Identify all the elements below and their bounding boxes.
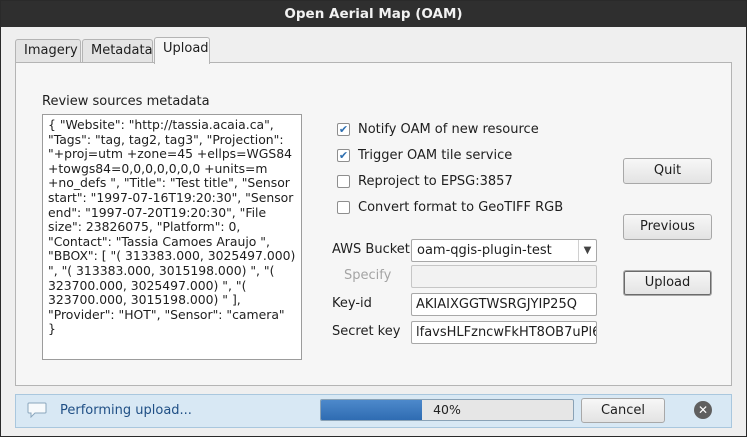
aws-bucket-value: oam-qgis-plugin-test <box>417 243 552 258</box>
window-title: Open Aerial Map (OAM) <box>1 1 746 27</box>
status-message: Performing upload... <box>60 403 192 418</box>
convert-format-label: Convert format to GeoTIFF RGB <box>358 199 564 215</box>
notify-oam-checkbox-row[interactable]: ✔ Notify OAM of new resource <box>337 119 539 139</box>
convert-format-checkbox[interactable] <box>337 200 350 214</box>
tab-upload[interactable]: Upload <box>154 37 210 64</box>
upload-panel: Review sources metadata { "Website": "ht… <box>15 62 732 386</box>
oam-dialog-window: Open Aerial Map (OAM) Imagery Metadata U… <box>0 0 747 437</box>
convert-format-checkbox-row[interactable]: Convert format to GeoTIFF RGB <box>337 197 563 217</box>
notify-oam-checkbox[interactable]: ✔ <box>337 122 350 136</box>
aws-bucket-select[interactable]: oam-qgis-plugin-test ▼ <box>411 239 597 262</box>
upload-progress-bar: 40% <box>320 399 574 421</box>
key-id-label: Key-id <box>332 296 372 311</box>
review-sources-label: Review sources metadata <box>42 94 210 109</box>
metadata-review-textarea[interactable]: { "Website": "http://tassia.acaia.ca", "… <box>42 114 302 360</box>
chevron-down-icon[interactable]: ▼ <box>578 240 596 261</box>
secret-key-input[interactable]: lfavsHLFzncwFkHT8OB7uPl6Kl <box>411 321 597 344</box>
trigger-tile-service-label: Trigger OAM tile service <box>358 147 513 163</box>
status-bar: Performing upload... 40% Cancel ✕ <box>15 394 732 428</box>
specify-input[interactable] <box>411 265 597 288</box>
tab-metadata[interactable]: Metadata <box>82 39 153 63</box>
upload-button[interactable]: Upload <box>623 270 712 296</box>
progress-percent-label: 40% <box>433 402 461 417</box>
key-id-input[interactable]: AKIAIXGGTWSRGJYIP25Q <box>411 293 597 316</box>
check-icon: ✔ <box>338 148 349 162</box>
tab-imagery[interactable]: Imagery <box>15 39 81 63</box>
previous-button[interactable]: Previous <box>623 214 712 240</box>
secret-key-label: Secret key <box>332 324 401 339</box>
check-icon: ✔ <box>338 122 349 136</box>
cancel-button[interactable]: Cancel <box>581 398 665 423</box>
specify-label: Specify <box>344 268 392 283</box>
trigger-tile-service-checkbox[interactable]: ✔ <box>337 148 350 162</box>
notify-oam-label: Notify OAM of new resource <box>358 121 539 137</box>
trigger-tile-service-checkbox-row[interactable]: ✔ Trigger OAM tile service <box>337 145 512 165</box>
quit-button[interactable]: Quit <box>623 158 712 184</box>
close-icon[interactable]: ✕ <box>694 401 712 419</box>
reproject-checkbox-row[interactable]: Reproject to EPSG:3857 <box>337 171 513 191</box>
speech-bubble-icon <box>27 402 47 418</box>
reproject-label: Reproject to EPSG:3857 <box>358 173 513 189</box>
aws-bucket-label: AWS Bucket <box>332 242 410 257</box>
reproject-checkbox[interactable] <box>337 174 350 188</box>
